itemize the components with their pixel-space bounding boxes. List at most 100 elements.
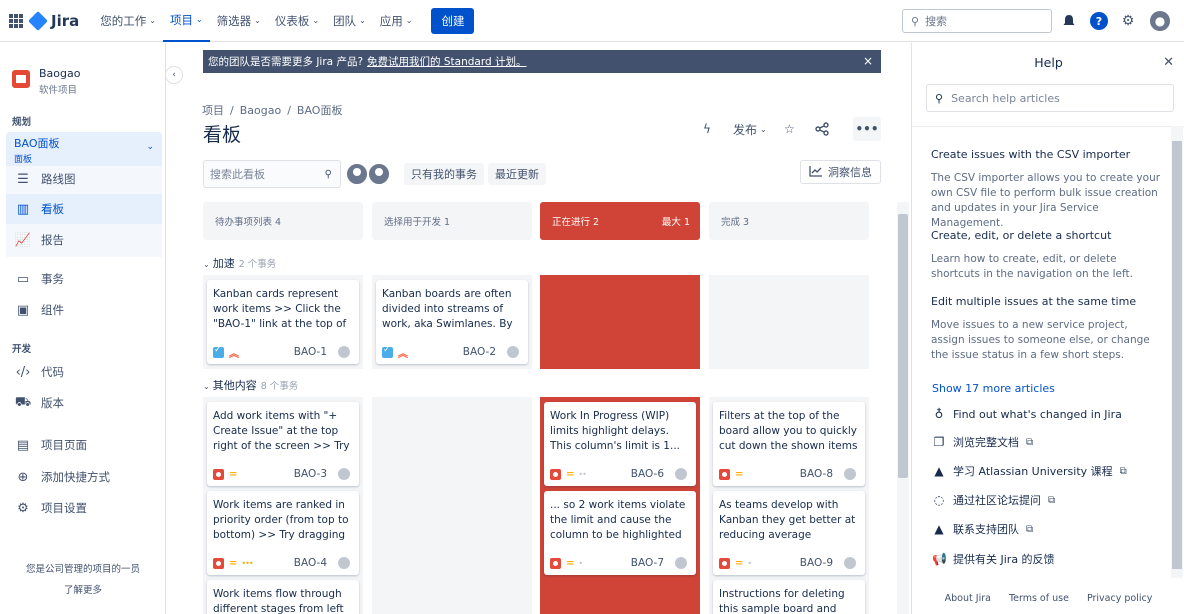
issue-card[interactable]: Add work items with "+ Create Issue" at …: [207, 402, 359, 486]
release-dropdown[interactable]: 发布 ⌄: [733, 119, 767, 139]
sidebar-item-releases[interactable]: ⛟ 版本: [6, 388, 162, 418]
help-link[interactable]: 📢 提供有关 Jira 的反馈: [932, 551, 1055, 567]
help-article-title[interactable]: Create, edit, or delete a shortcut: [931, 229, 1111, 242]
sidebar-item-reports[interactable]: 📈 报告: [6, 225, 162, 255]
close-icon[interactable]: ✕: [1163, 55, 1174, 70]
nav-dashboards[interactable]: 仪表板 ⌄: [268, 0, 326, 42]
nav-label: 团队: [333, 13, 357, 28]
settings-gear-icon[interactable]: ⚙: [1118, 11, 1138, 31]
column-header-in-progress[interactable]: 正在进行 2 最大 1: [540, 202, 700, 240]
issue-card[interactable]: Work items flow through different stages…: [207, 580, 359, 614]
help-link[interactable]: ▲ 学习 Atlassian University 课程 ⧉: [932, 463, 1126, 479]
column-header-selected[interactable]: 选择用于开发 1: [372, 202, 532, 240]
sidebar-item-components[interactable]: ▣ 组件: [6, 295, 162, 325]
issue-card[interactable]: Instructions for deleting this sample bo…: [713, 580, 865, 614]
nav-apps[interactable]: 应用 ⌄: [373, 0, 420, 42]
insights-button[interactable]: 洞察信息: [800, 160, 881, 184]
nav-filters[interactable]: 筛选器 ⌄: [210, 0, 268, 42]
issue-key[interactable]: BAO-3: [294, 468, 327, 480]
nav-your-work[interactable]: 您的工作 ⌄: [93, 0, 163, 42]
terms-link[interactable]: Terms of use: [1009, 593, 1069, 604]
more-actions-icon[interactable]: •••: [853, 117, 881, 141]
learn-more-link[interactable]: 了解更多: [0, 582, 166, 596]
card-summary: Filters at the top of the board allow yo…: [719, 410, 858, 452]
star-icon[interactable]: ☆: [784, 119, 795, 139]
breadcrumb-project[interactable]: Baogao: [240, 104, 281, 117]
sidebar-item-roadmap[interactable]: ☰ 路线图: [6, 164, 162, 194]
swimlane-header[interactable]: ⌄ 其他内容 8 个事务: [203, 377, 298, 393]
swimlane-header[interactable]: ⌄ 加速 2 个事务: [203, 255, 276, 271]
app-switcher-icon[interactable]: [9, 13, 23, 28]
sidebar-item-add-shortcut[interactable]: ⊕ 添加快捷方式: [6, 462, 162, 492]
issue-card[interactable]: Work items are ranked in priority order …: [207, 491, 359, 575]
issue-key[interactable]: BAO-4: [294, 557, 327, 569]
priority-highest-icon: ︽: [229, 348, 239, 360]
nav-projects[interactable]: 项目 ⌄: [162, 0, 210, 42]
sidebar-collapse-chevron-left-icon[interactable]: ‹: [165, 66, 183, 84]
help-link[interactable]: ♁ Find out what's changed in Jira: [932, 407, 1122, 421]
column-header-backlog[interactable]: 待办事项列表 4: [203, 202, 363, 240]
sidebar-item-project-pages[interactable]: ▤ 项目页面: [6, 430, 162, 460]
card-summary: Work In Progress (WIP) limits highlight …: [550, 410, 680, 452]
board-selector[interactable]: BAO面板 面板 ⌄: [6, 132, 162, 166]
help-link[interactable]: ▲ 联系支持团队 ⧉: [932, 521, 1033, 537]
bug-type-icon: [213, 557, 224, 569]
create-button[interactable]: 创建: [431, 7, 475, 34]
assignee-avatar[interactable]: [345, 162, 369, 186]
priority-medium-icon: =: [229, 557, 238, 569]
card-summary: ... so 2 work items violate the limit an…: [550, 499, 686, 541]
logo-text: Jira: [51, 11, 80, 30]
issue-card[interactable]: Kanban cards represent work items >> Cli…: [207, 280, 359, 364]
show-more-articles-link[interactable]: Show 17 more articles: [932, 382, 1055, 395]
insights-label: 洞察信息: [828, 166, 872, 179]
lightning-icon[interactable]: ϟ: [703, 119, 711, 139]
help-link[interactable]: ◌ 通过社区论坛提问 ⧉: [932, 492, 1055, 508]
column-header-done[interactable]: 完成 3: [709, 202, 869, 240]
nav-teams[interactable]: 团队 ⌄: [326, 0, 373, 42]
help-article-desc: Learn how to create, edit, or delete sho…: [931, 253, 1133, 280]
search-placeholder: 搜索: [925, 15, 948, 28]
issue-card[interactable]: As teams develop with Kanban they get be…: [713, 491, 865, 575]
jira-logo[interactable]: Jira: [28, 10, 80, 31]
issue-card[interactable]: Work In Progress (WIP) limits highlight …: [544, 402, 696, 486]
sidebar-item-project-settings[interactable]: ⚙ 项目设置: [6, 493, 162, 523]
help-article-title[interactable]: Edit multiple issues at the same time: [931, 295, 1136, 308]
sidebar-item-code[interactable]: ‹/› 代码: [6, 357, 162, 387]
breadcrumb-board[interactable]: BAO面板: [297, 104, 343, 117]
breadcrumb-projects[interactable]: 项目: [202, 104, 224, 117]
issue-card[interactable]: Filters at the top of the board allow yo…: [713, 402, 865, 486]
sidebar-item-issues[interactable]: ▭ 事务: [6, 264, 162, 294]
sidebar-item-board[interactable]: ▥ 看板: [6, 194, 162, 224]
about-jira-link[interactable]: About Jira: [945, 593, 991, 604]
bug-type-icon: [719, 557, 730, 569]
global-search-input[interactable]: ⚲ 搜索: [902, 9, 1052, 33]
help-article-title[interactable]: Create issues with the CSV importer: [931, 148, 1130, 161]
issue-key[interactable]: BAO-2: [463, 346, 496, 358]
close-icon[interactable]: ×: [863, 54, 873, 68]
issue-key[interactable]: BAO-8: [800, 468, 833, 480]
only-my-issues-filter[interactable]: 只有我的事务: [404, 163, 484, 185]
privacy-link[interactable]: Privacy policy: [1087, 593, 1152, 604]
issue-key[interactable]: BAO-1: [294, 346, 327, 358]
help-link[interactable]: ❐ 浏览完整文档 ⧉: [932, 434, 1034, 450]
issue-key[interactable]: BAO-6: [631, 468, 664, 480]
help-footer: About Jira Terms of use Privacy policy: [912, 593, 1184, 604]
issue-key[interactable]: BAO-9: [800, 557, 833, 569]
assignee-avatar[interactable]: [367, 162, 391, 186]
help-scrollbar-thumb[interactable]: [1172, 141, 1182, 569]
banner-trial-link[interactable]: 免费试用我们的 Standard 计划。: [367, 54, 526, 69]
share-icon[interactable]: [815, 119, 829, 139]
help-search-input[interactable]: ⚲ Search help articles: [926, 84, 1174, 112]
board-search-input[interactable]: 搜索此看板 ⚲: [203, 160, 341, 188]
help-icon[interactable]: ?: [1089, 11, 1109, 31]
user-avatar[interactable]: ●: [1150, 11, 1170, 31]
issue-key[interactable]: BAO-7: [631, 557, 664, 569]
board-scrollbar-thumb[interactable]: [898, 214, 908, 478]
notifications-icon[interactable]: [1059, 11, 1079, 31]
recently-updated-filter[interactable]: 最近更新: [488, 163, 546, 185]
issue-card[interactable]: ... so 2 work items violate the limit an…: [544, 491, 696, 575]
issue-card[interactable]: Kanban boards are often divided into str…: [376, 280, 528, 364]
wip-limit-label: 最大 1: [661, 217, 690, 228]
project-name: Baogao: [39, 67, 81, 80]
project-header[interactable]: Baogao 软件项目: [12, 67, 80, 96]
